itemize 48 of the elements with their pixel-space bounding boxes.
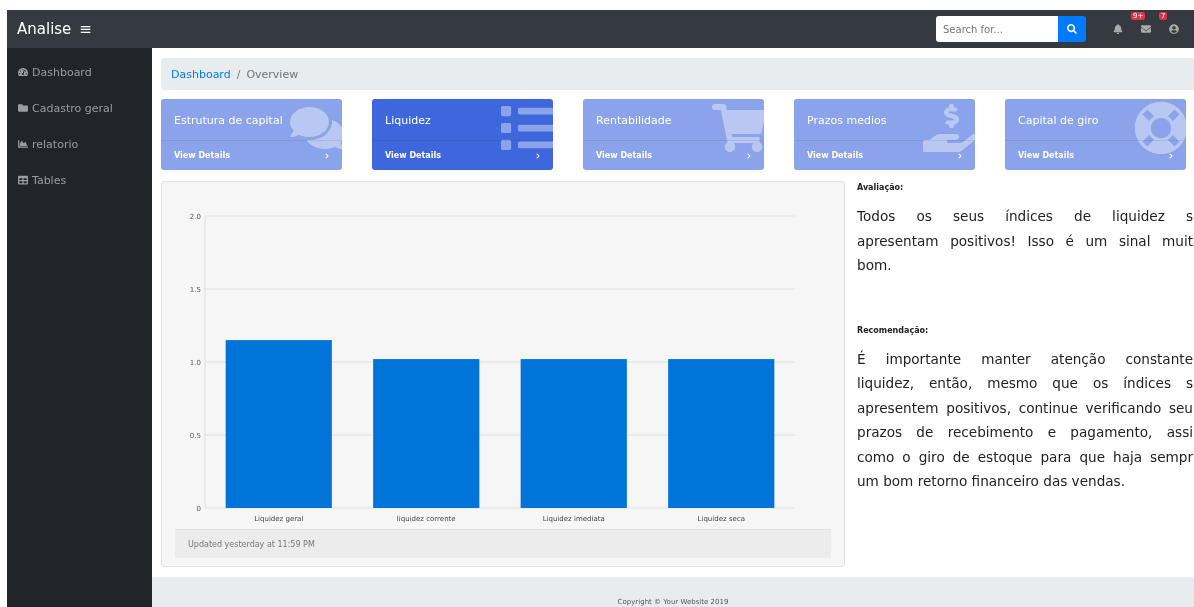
summary-card[interactable]: Liquidez View Details — [372, 99, 553, 170]
chevron-icon — [324, 152, 330, 159]
breadcrumb-link[interactable]: Dashboard — [171, 67, 231, 81]
menu-toggle[interactable]: ≡ — [79, 20, 92, 38]
section-heading: Recomendação: — [857, 325, 930, 335]
hand-dollar-icon — [923, 101, 975, 155]
table-icon — [18, 175, 28, 185]
card-title: Capital de giro — [1018, 114, 1099, 129]
area-chart-icon — [18, 139, 28, 149]
summary-card[interactable]: Prazos medios View Details — [794, 99, 975, 170]
chevron-icon — [746, 152, 752, 159]
user-icon — [1169, 24, 1179, 34]
summary-card[interactable]: Estrutura de capital View Details — [161, 99, 342, 170]
card-title: Estrutura de capital — [174, 114, 283, 129]
envelope-icon — [1141, 24, 1151, 34]
bell-icon — [1113, 24, 1123, 34]
chevron-icon — [957, 152, 963, 159]
cart-icon — [712, 101, 764, 155]
gauge-icon — [18, 67, 28, 77]
section-heading: Avaliação: — [857, 183, 905, 192]
card-title: Prazos medios — [807, 114, 887, 129]
folder-icon — [18, 103, 28, 113]
recommendation-paragraph: É importante manter atenção constante liquidez, então, mesmo que os índices s apresentem positivos, continue verificando seu prazos de recebimento e pagamento, assi como o giro de estoque para que haja sempr um bom retorno financeiro das vendas. — [857, 349, 1193, 491]
sidebar-item[interactable]: Cadastro geral — [7, 90, 152, 126]
sidebar-item[interactable]: relatorio — [7, 126, 152, 162]
card-title: Rentabilidade — [596, 114, 672, 129]
chevron-icon — [1168, 152, 1174, 159]
view-details-link[interactable]: View Details — [1005, 140, 1186, 170]
breadcrumb-current: Overview — [246, 67, 299, 81]
sidebar-item[interactable]: Dashboard — [7, 54, 152, 90]
search-button[interactable] — [1058, 16, 1086, 42]
breadcrumb-separator: / — [236, 67, 241, 81]
assessment-paragraph: Todos os seus índices de liquidez s apresentam positivos! Isso é um sinal muit bom. — [857, 207, 1193, 275]
search-icon — [1067, 24, 1077, 34]
summary-card[interactable]: Rentabilidade View Details — [583, 99, 764, 170]
user-button[interactable] — [1166, 21, 1182, 37]
card-title: Liquidez — [385, 114, 431, 129]
chart-footer: Updated yesterday at 11:59 PM — [175, 529, 831, 558]
summary-card[interactable]: Capital de giro View Details — [1005, 99, 1186, 170]
view-details-link[interactable]: View Details — [583, 140, 764, 170]
chevron-icon — [535, 152, 541, 159]
view-details-link[interactable]: View Details — [372, 140, 553, 170]
view-details-link[interactable]: View Details — [794, 140, 975, 170]
search-field[interactable]: Search for... — [936, 16, 1058, 42]
life-ring-icon — [1134, 101, 1186, 155]
brand-title: Analise — [17, 20, 72, 38]
view-details-link[interactable]: View Details — [161, 140, 342, 170]
sidebar-item[interactable]: Tables — [7, 162, 152, 198]
